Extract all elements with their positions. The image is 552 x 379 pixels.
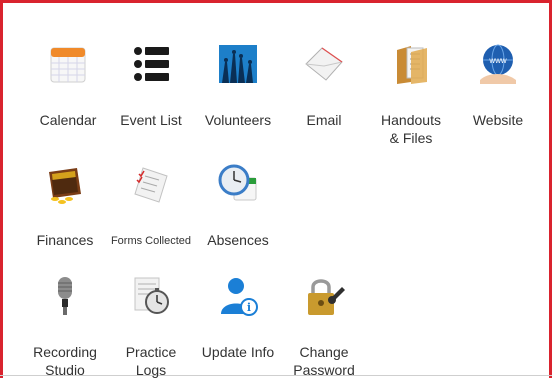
tile-event-list[interactable]: Event List: [109, 42, 193, 129]
svg-text:i: i: [247, 301, 251, 314]
tile-website[interactable]: www Website: [456, 42, 540, 129]
tile-absences[interactable]: Absences: [196, 162, 280, 249]
user-info-icon: i: [221, 278, 258, 316]
tile-label: Forms Collected: [110, 235, 192, 247]
checklist-icon: [134, 167, 168, 203]
tile-label: Change Password: [293, 344, 355, 378]
tile-label: Email: [306, 112, 342, 128]
tile-label: Update Info: [201, 344, 275, 360]
tile-practice-logs[interactable]: Practice Logs: [109, 274, 193, 379]
tile-forms-collected[interactable]: Forms Collected: [109, 162, 193, 248]
clock-calendar-icon: [218, 164, 257, 201]
globe-icon: www: [480, 44, 516, 84]
tile-volunteers[interactable]: Volunteers: [196, 42, 280, 129]
tile-label: Handouts & Files: [381, 112, 441, 146]
tile-label: Finances: [36, 232, 94, 248]
tile-handouts-files[interactable]: Handouts & Files: [369, 42, 453, 147]
tile-label: Calendar: [39, 112, 97, 128]
tile-label: Practice Logs: [125, 344, 177, 378]
tile-label: Recording Studio: [33, 344, 97, 378]
tile-calendar[interactable]: Calendar: [26, 42, 110, 129]
envelope-icon: [305, 47, 343, 81]
list-icon: [134, 47, 169, 81]
calendar-icon: [50, 47, 86, 83]
stopwatch-log-icon: [134, 277, 169, 314]
tile-recording-studio[interactable]: Recording Studio: [23, 274, 107, 379]
tile-label: Event List: [120, 112, 182, 128]
tile-update-info[interactable]: i Update Info: [196, 274, 280, 361]
tile-label: Absences: [207, 232, 269, 248]
tile-email[interactable]: Email: [282, 42, 366, 129]
tile-label: Website: [472, 112, 524, 128]
tile-change-password[interactable]: Change Password: [282, 274, 366, 379]
wallet-icon: [49, 168, 81, 204]
folder-icon: [397, 46, 427, 84]
microphone-icon: [58, 277, 72, 315]
tile-label: Volunteers: [204, 112, 272, 128]
raised-hands-icon: [219, 45, 257, 83]
svg-text:www: www: [488, 56, 507, 65]
padlock-key-icon: [308, 279, 345, 315]
tile-finances[interactable]: Finances: [23, 162, 107, 249]
